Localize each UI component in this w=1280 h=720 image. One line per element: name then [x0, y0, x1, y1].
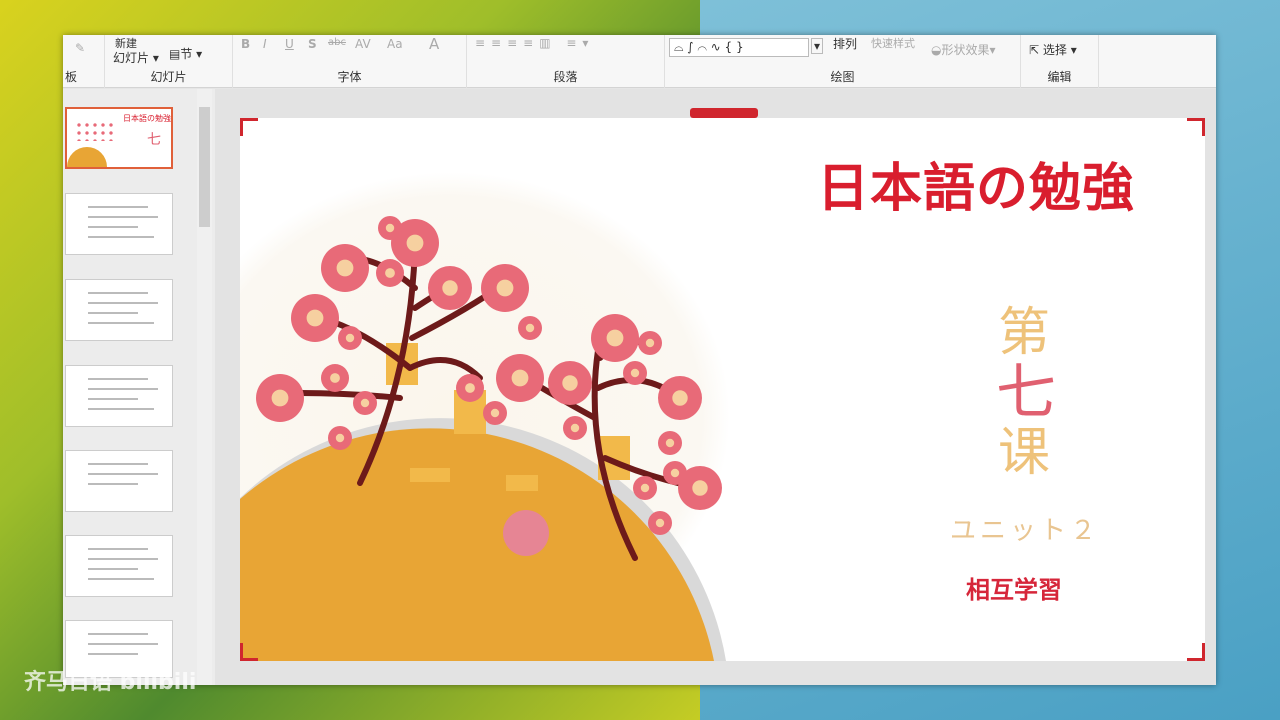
blossom-center	[670, 468, 680, 478]
align-buttons[interactable]: ≡≡≡≡▥ ≡▾	[475, 36, 594, 50]
slide-canvas[interactable]: 日本語の勉強 第七课 ユニット２ 相互学習	[240, 118, 1205, 661]
watermark: 齐马日语 bilibili	[24, 670, 197, 695]
group-label: 幻灯片	[150, 70, 187, 84]
lesson-char: 第	[997, 303, 1050, 363]
blossom-center	[511, 369, 529, 387]
mouse-cursor-highlight	[503, 510, 549, 556]
arrange-button[interactable]: 排列	[833, 35, 857, 52]
blossom-center	[570, 423, 580, 433]
blossom-center	[496, 279, 514, 297]
italic-button[interactable]: I	[263, 37, 267, 51]
blossom-center	[655, 518, 665, 528]
slide-thumbnail-6[interactable]	[65, 535, 173, 597]
blossom-center	[692, 480, 708, 496]
blossom-center	[562, 375, 578, 391]
shape-effects-button[interactable]: ◒形状效果▾	[931, 41, 996, 58]
character-spacing-button[interactable]: AV	[355, 37, 371, 51]
select-button[interactable]: ⇱ 选择 ▾	[1029, 41, 1077, 58]
strikethrough-button[interactable]: abc	[328, 37, 346, 48]
group-paragraph: ≡≡≡≡▥ ≡▾ 段落	[467, 35, 665, 88]
thumbnail-scrollbar[interactable]	[197, 89, 212, 685]
blossom-center	[665, 438, 675, 448]
group-label: 编辑	[1047, 70, 1072, 84]
group-label: 段落	[553, 70, 578, 84]
blossom-center	[335, 433, 345, 443]
group-label: 绘图	[830, 70, 855, 84]
selection-handle[interactable]	[1187, 118, 1205, 136]
selection-handle[interactable]	[240, 643, 258, 661]
slide-thumbnail-3[interactable]	[65, 279, 173, 341]
shapes-gallery[interactable]: ⌓ ∫ ⌒ ∿ { }	[669, 38, 809, 57]
slide-editing-area: 日本語の勉強 第七课 ユニット２ 相互学習	[215, 89, 1216, 685]
ribbon: ✎ 板 新建 幻灯片 ▾ ▤节 ▾ 幻灯片 B I U S abc AV Aa …	[63, 35, 1216, 88]
unit-label[interactable]: ユニット２	[950, 510, 1100, 547]
group-font: B I U S abc AV Aa A 字体	[233, 35, 467, 88]
blossom-center	[672, 390, 688, 406]
blossom-center	[645, 338, 655, 348]
group-label: 字体	[337, 70, 362, 84]
slide-thumbnail-5[interactable]	[65, 450, 173, 512]
bold-button[interactable]: B	[241, 37, 250, 51]
blossom-center	[525, 323, 535, 333]
scrollbar-thumb[interactable]	[199, 107, 210, 227]
section-button[interactable]: ▤节 ▾	[169, 45, 202, 62]
rotate-handle[interactable]	[690, 108, 758, 118]
font-color-button[interactable]: A	[429, 35, 439, 53]
blossom-center	[442, 280, 458, 296]
blossom-center	[406, 234, 424, 252]
slide-thumbnail-panel: 日本語の勉強 七	[63, 89, 215, 685]
selection-handle[interactable]	[240, 118, 258, 136]
blossom-center	[630, 368, 640, 378]
group-label: 板	[65, 70, 78, 84]
change-case-button[interactable]: Aa	[387, 37, 403, 51]
powerpoint-window: ✎ 板 新建 幻灯片 ▾ ▤节 ▾ 幻灯片 B I U S abc AV Aa …	[63, 35, 1216, 685]
quick-styles-button[interactable]: 快速样式	[871, 35, 915, 51]
pointer-icon: ⇱	[1029, 43, 1040, 57]
slide-subtitle[interactable]: 相互学習	[966, 570, 1062, 605]
blossom-center	[345, 333, 355, 343]
slide-title[interactable]: 日本語の勉強	[817, 146, 1135, 221]
blossom-center	[360, 398, 370, 408]
slide-thumbnail-1[interactable]: 日本語の勉強 七	[65, 107, 173, 169]
lesson-char: 七	[996, 358, 1056, 428]
group-editing: ⇱ 选择 ▾ 编辑	[1021, 35, 1099, 88]
blossom-center	[330, 373, 340, 383]
blossom-center	[606, 329, 624, 347]
lesson-number[interactable]: 第七课	[996, 303, 1056, 483]
blossom-center	[385, 268, 395, 278]
format-painter-icon[interactable]: ✎	[75, 41, 85, 55]
blossom-center	[271, 389, 289, 407]
blossom-center	[640, 483, 650, 493]
blossom-center	[490, 408, 500, 418]
blossom-center	[385, 223, 395, 233]
new-slide-button[interactable]: 幻灯片 ▾	[113, 49, 159, 66]
blossom-center	[306, 309, 324, 327]
blossom-center	[336, 259, 354, 277]
blossom-center	[465, 383, 475, 393]
slide-thumbnail-4[interactable]	[65, 365, 173, 427]
selection-handle[interactable]	[1187, 643, 1205, 661]
group-drawing: ⌓ ∫ ⌒ ∿ { } ▾ 排列 快速样式 ◒形状效果▾ 绘图	[665, 35, 1021, 88]
slide-thumbnail-2[interactable]	[65, 193, 173, 255]
gallery-more-button[interactable]: ▾	[811, 38, 824, 54]
group-slides: 新建 幻灯片 ▾ ▤节 ▾ 幻灯片	[105, 35, 233, 88]
underline-button[interactable]: U	[285, 37, 294, 51]
group-clipboard: ✎ 板	[63, 35, 105, 88]
shadow-button[interactable]: S	[308, 37, 317, 51]
lesson-char: 课	[997, 423, 1050, 483]
